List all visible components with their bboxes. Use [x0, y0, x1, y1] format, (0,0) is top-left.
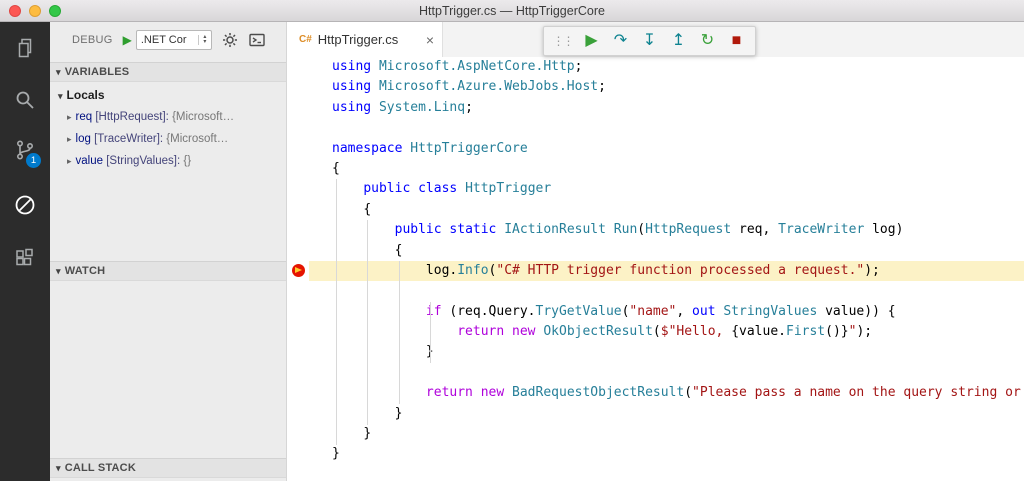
- variable-type: [StringValues]:: [106, 155, 183, 167]
- title-bar: HttpTrigger.cs — HttpTriggerCore: [0, 0, 1024, 22]
- code-line[interactable]: public class HttpTrigger: [309, 179, 1024, 199]
- debug-config-dropdown[interactable]: .NET Cor ▴▾: [136, 30, 212, 50]
- twistie-icon: ▾: [56, 463, 61, 473]
- twistie-icon[interactable]: ▸: [67, 112, 72, 122]
- code-line[interactable]: public static IActionResult Run(HttpRequ…: [309, 220, 1024, 240]
- indent-guide: [336, 179, 337, 445]
- twistie-icon[interactable]: ▸: [67, 134, 72, 144]
- variable-type: [HttpRequest]:: [95, 111, 172, 123]
- debug-icon[interactable]: [13, 193, 37, 217]
- variable-value: {}: [183, 155, 191, 167]
- debug-config-value: .NET Cor: [137, 34, 198, 46]
- gear-icon[interactable]: [221, 31, 239, 49]
- code-line[interactable]: using Microsoft.Azure.WebJobs.Host;: [309, 77, 1024, 97]
- code-line-current[interactable]: log.Info("C# HTTP trigger function proce…: [309, 261, 1024, 281]
- variables-list: ▸ req [HttpRequest]: {Microsoft… ▸ log [Tra…: [50, 106, 286, 172]
- step-over-icon[interactable]: ↷: [606, 27, 635, 55]
- variables-section-header[interactable]: ▾ VARIABLES: [50, 62, 286, 82]
- tab-label: HttpTrigger.cs: [318, 32, 398, 47]
- step-into-icon[interactable]: ↧: [635, 27, 664, 55]
- twistie-icon: ▾: [58, 91, 63, 101]
- variable-name: log: [76, 133, 95, 145]
- indent-guide: [430, 302, 431, 363]
- vscode-window: HttpTrigger.cs — HttpTriggerCore: [0, 0, 1024, 482]
- debug-console-icon[interactable]: [248, 31, 266, 49]
- code-line[interactable]: }: [309, 424, 1024, 444]
- variable-name: value: [76, 155, 107, 167]
- debug-toolbar: ⋮⋮▶↷↧↥↻■: [543, 26, 756, 56]
- code-editor[interactable]: using Microsoft.AspNetCore.Http;using Mi…: [287, 57, 1024, 481]
- code-line[interactable]: return new BadRequestObjectResult("Pleas…: [309, 383, 1024, 403]
- code-line[interactable]: }: [309, 444, 1024, 464]
- variable-type: [TraceWriter]:: [94, 133, 166, 145]
- dropdown-spinner-icon: ▴▾: [198, 35, 211, 45]
- code-line[interactable]: namespace HttpTriggerCore: [309, 139, 1024, 159]
- code-line[interactable]: {: [309, 200, 1024, 220]
- drag-handle-icon[interactable]: ⋮⋮: [548, 27, 577, 55]
- start-debug-button[interactable]: ▶: [123, 33, 132, 47]
- code-line[interactable]: {: [309, 159, 1024, 179]
- variable-item-req[interactable]: ▸ req [HttpRequest]: {Microsoft…: [50, 106, 286, 128]
- code-line[interactable]: }: [309, 404, 1024, 424]
- code-line[interactable]: if (req.Query.TryGetValue("name", out St…: [309, 302, 1024, 322]
- breakpoint-icon[interactable]: [292, 264, 305, 277]
- csharp-file-icon: C#: [299, 34, 312, 45]
- variable-value: {Microsoft…: [166, 133, 228, 145]
- stop-icon[interactable]: ■: [722, 27, 751, 55]
- tab-close-icon[interactable]: ×: [426, 32, 434, 48]
- activity-bar: 1: [0, 22, 50, 481]
- continue-icon[interactable]: ▶: [577, 27, 606, 55]
- variable-name: req: [76, 111, 96, 123]
- code-line[interactable]: {: [309, 241, 1024, 261]
- locals-scope[interactable]: ▾ Locals: [58, 84, 105, 106]
- debug-label: DEBUG: [72, 34, 113, 46]
- watch-section-header[interactable]: ▾ WATCH: [50, 261, 286, 281]
- extensions-icon[interactable]: [13, 246, 37, 270]
- editor-group: C# HttpTrigger.cs × ⋮⋮▶↷↧↥↻■ using Micro…: [287, 22, 1024, 481]
- tab-httptrigger[interactable]: C# HttpTrigger.cs ×: [287, 22, 443, 57]
- debug-sidebar: DEBUG ▶ .NET Cor ▴▾: [50, 22, 287, 481]
- call-stack-header-label: CALL STACK: [65, 462, 136, 474]
- restart-icon[interactable]: ↻: [693, 27, 722, 55]
- debug-controls: DEBUG ▶ .NET Cor ▴▾: [50, 22, 286, 58]
- indent-guide: [367, 220, 368, 425]
- search-icon[interactable]: [13, 88, 37, 112]
- twistie-icon[interactable]: ▸: [67, 156, 72, 166]
- workbench: 1 DEBUG ▶ .NET Cor ▴▾: [0, 22, 1024, 481]
- files-icon[interactable]: [13, 36, 37, 60]
- step-out-icon[interactable]: ↥: [664, 27, 693, 55]
- variable-value: {Microsoft…: [172, 111, 234, 123]
- code-line[interactable]: using System.Linq;: [309, 98, 1024, 118]
- code-line[interactable]: using Microsoft.AspNetCore.Http;: [309, 57, 1024, 77]
- variables-header-label: VARIABLES: [65, 66, 130, 78]
- source-control-badge: 1: [26, 153, 41, 168]
- tab-bar: C# HttpTrigger.cs × ⋮⋮▶↷↧↥↻■: [287, 22, 1024, 57]
- code-line[interactable]: [309, 118, 1024, 138]
- indent-guide: [399, 261, 400, 404]
- code-line[interactable]: [309, 363, 1024, 383]
- code-line[interactable]: [309, 281, 1024, 301]
- current-statement-arrow-icon: [295, 267, 302, 273]
- variable-item-log[interactable]: ▸ log [TraceWriter]: {Microsoft…: [50, 128, 286, 150]
- code-line[interactable]: }: [309, 342, 1024, 362]
- window-title: HttpTrigger.cs — HttpTriggerCore: [0, 0, 1024, 22]
- call-stack-section-header[interactable]: ▾ CALL STACK: [50, 458, 286, 478]
- twistie-icon: ▾: [56, 266, 61, 276]
- code-line[interactable]: return new OkObjectResult($"Hello, {valu…: [309, 322, 1024, 342]
- watch-header-label: WATCH: [65, 265, 106, 277]
- variable-item-value[interactable]: ▸ value [StringValues]: {}: [50, 150, 286, 172]
- code-lines: using Microsoft.AspNetCore.Http;using Mi…: [287, 57, 1024, 465]
- locals-label: Locals: [67, 88, 105, 102]
- twistie-icon: ▾: [56, 67, 61, 77]
